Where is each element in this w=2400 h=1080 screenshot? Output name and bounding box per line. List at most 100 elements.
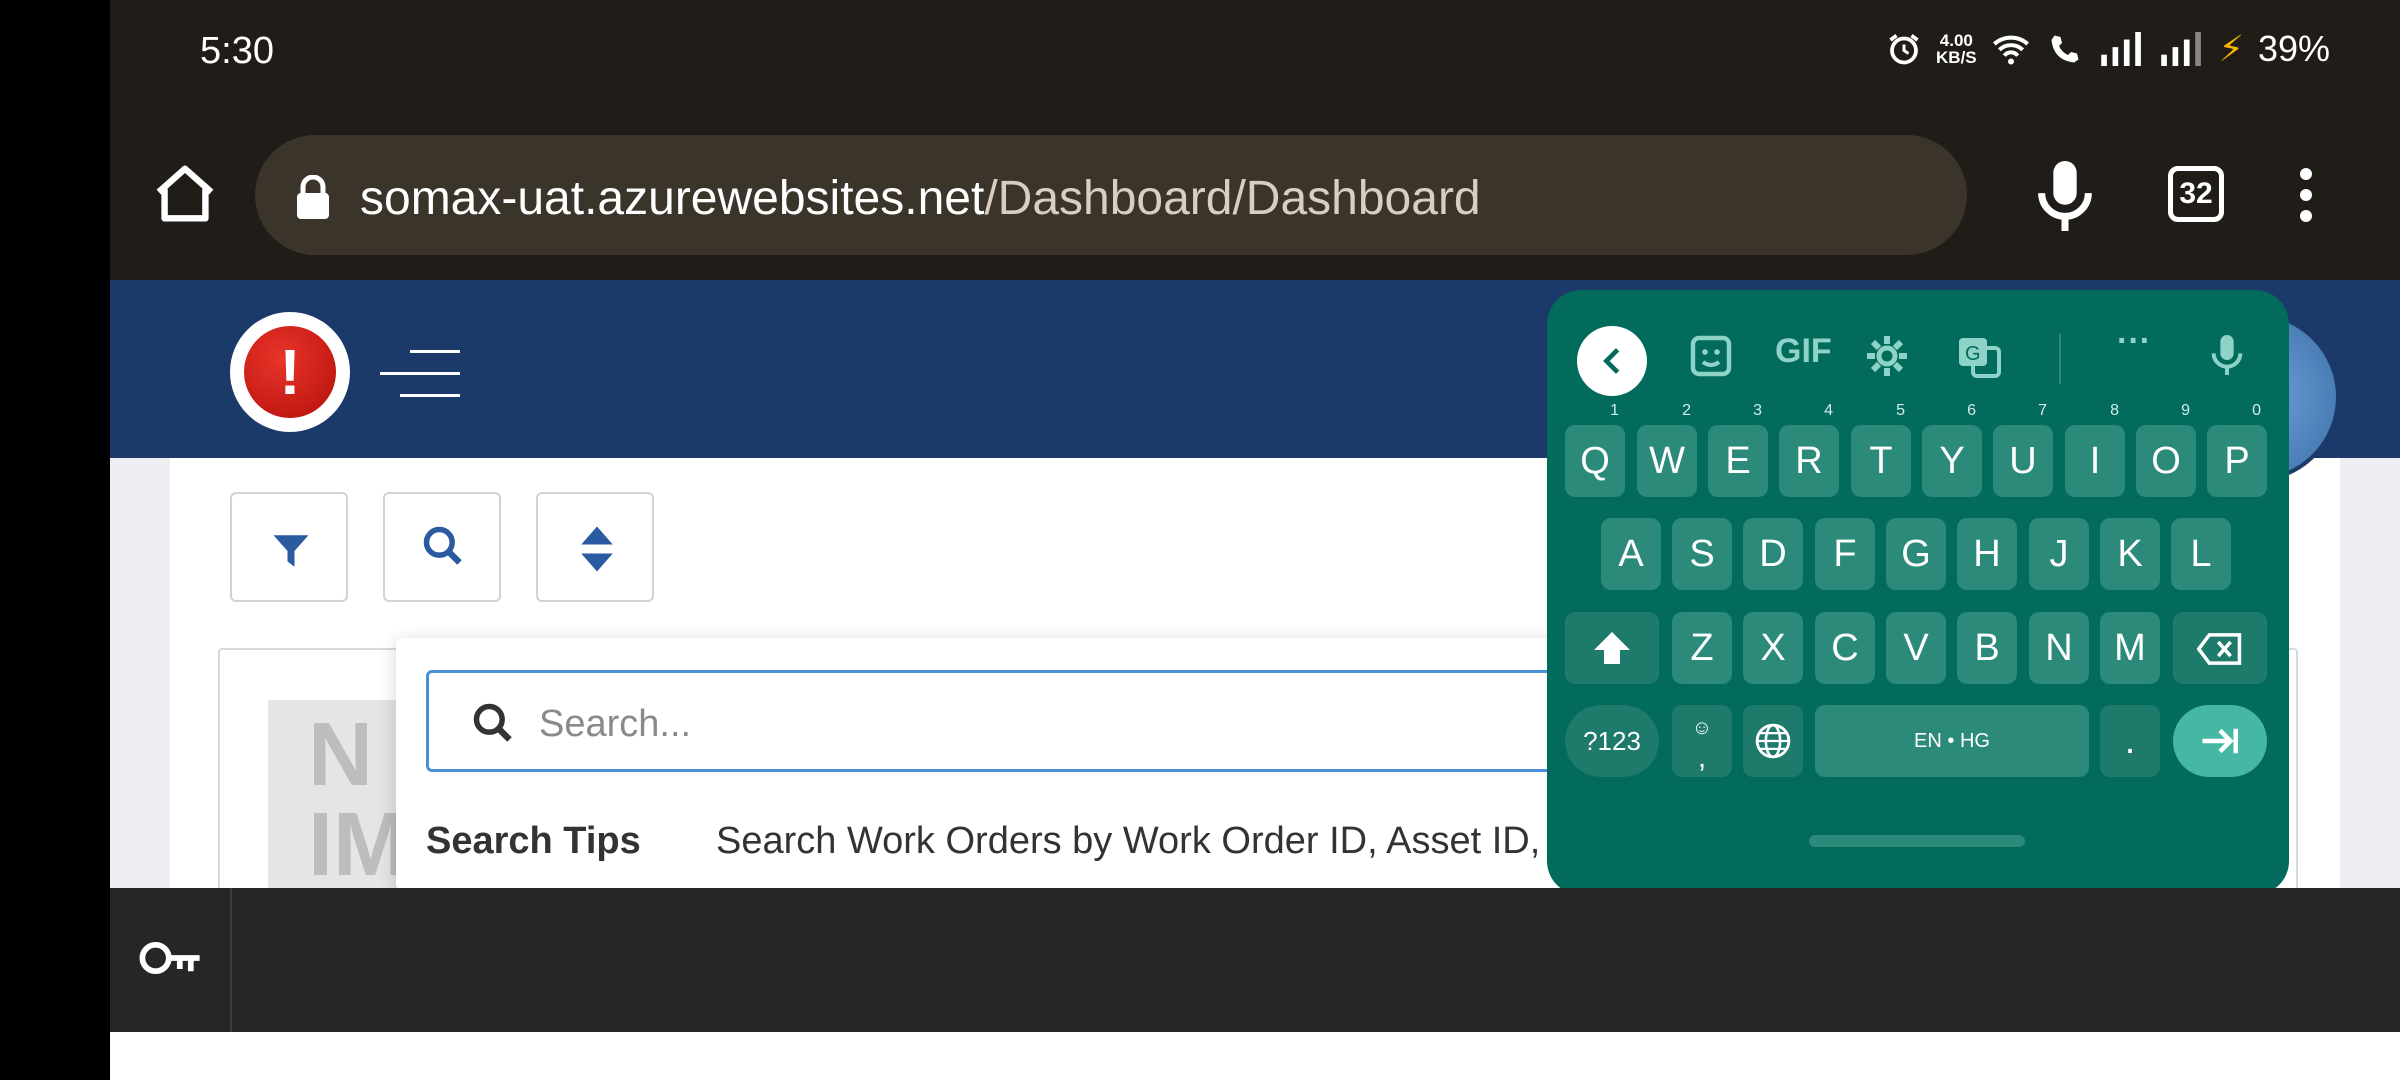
key-r-label: R <box>1795 440 1823 482</box>
key-w-label: W <box>1649 440 1685 482</box>
search-tips-text: Search Work Orders by Work Order ID, Ass… <box>716 820 1541 862</box>
tab-switcher-button[interactable]: 32 <box>2168 166 2224 222</box>
backspace-icon <box>2197 633 2242 665</box>
signal-icon <box>2100 32 2141 66</box>
key-icon[interactable] <box>138 930 204 986</box>
key-w-hint: 2 <box>1682 402 1691 419</box>
app-logo[interactable]: ! <box>230 312 350 432</box>
key-e-label: E <box>1725 440 1751 482</box>
key-u[interactable]: U7 <box>1993 403 2053 497</box>
key-c[interactable]: C <box>1815 612 1875 684</box>
bottom-padding <box>110 1032 2400 1080</box>
emoji-icon: ☺ <box>1691 717 1713 739</box>
keyboard-drag-handle[interactable] <box>1809 835 2025 847</box>
key-l[interactable]: L <box>2171 518 2231 590</box>
key-h[interactable]: H <box>1957 518 2017 590</box>
search-button[interactable] <box>383 492 501 602</box>
filter-button[interactable] <box>230 492 348 602</box>
key-y[interactable]: Y6 <box>1922 403 1982 497</box>
key-n[interactable]: N <box>2029 612 2089 684</box>
left-black-strip <box>0 0 110 1080</box>
key-t-hint: 5 <box>1896 402 1905 419</box>
key-g[interactable]: G <box>1886 518 1946 590</box>
autofill-bar <box>110 888 2400 1032</box>
key-q-label: Q <box>1580 440 1610 482</box>
key-u-label: U <box>2009 440 2037 482</box>
key-w[interactable]: W2 <box>1637 403 1697 497</box>
status-time: 5:30 <box>200 30 274 72</box>
net-speed: 4.00 KB/S <box>1936 32 1977 66</box>
key-o[interactable]: O9 <box>2136 403 2196 497</box>
home-icon[interactable] <box>150 160 220 230</box>
wifi-icon <box>1992 35 2029 65</box>
emoji-comma-key[interactable]: ☺, <box>1672 705 1732 777</box>
key-y-label: Y <box>1939 440 1965 482</box>
gif-button[interactable]: GIF <box>1775 332 1832 371</box>
key-s[interactable]: S <box>1672 518 1732 590</box>
key-i[interactable]: I8 <box>2065 403 2125 497</box>
search-tips-label: Search Tips <box>426 820 641 862</box>
enter-key[interactable] <box>2173 705 2267 777</box>
key-p-label: P <box>2224 440 2250 482</box>
sort-button[interactable] <box>536 492 654 602</box>
globe-icon <box>1755 723 1791 759</box>
svg-text:G: G <box>1965 343 1981 365</box>
symbols-key[interactable]: ?123 <box>1565 705 1659 777</box>
battery-percent: 39% <box>2257 28 2330 69</box>
key-m[interactable]: M <box>2100 612 2160 684</box>
key-e[interactable]: E3 <box>1708 403 1768 497</box>
chevron-left-icon <box>1603 348 1620 374</box>
key-i-hint: 8 <box>2110 402 2119 419</box>
more-options-button[interactable]: ··· <box>2117 322 2151 361</box>
key-q[interactable]: Q1 <box>1565 403 1625 497</box>
key-u-hint: 7 <box>2038 402 2047 419</box>
url-text[interactable]: somax-uat.azurewebsites.net/Dashboard/Da… <box>360 171 1481 226</box>
soft-keyboard: GIF G ··· Q1 W2 E3 R4 T5 Y6 U7 I8 O9 P0 … <box>1547 290 2289 895</box>
sticker-icon[interactable] <box>1687 332 1735 380</box>
key-k[interactable]: K <box>2100 518 2160 590</box>
bottom-bar-divider <box>230 888 232 1032</box>
backspace-key[interactable] <box>2173 612 2267 684</box>
period-key[interactable]: . <box>2100 705 2160 777</box>
key-f[interactable]: F <box>1815 518 1875 590</box>
browser-menu-icon[interactable] <box>2296 162 2316 232</box>
keyboard-back-button[interactable] <box>1577 326 1647 396</box>
status-bar: 5:30 4.00 KB/S ⚡ 39% <box>110 0 2400 110</box>
key-a[interactable]: A <box>1601 518 1661 590</box>
language-key[interactable] <box>1743 705 1803 777</box>
key-j[interactable]: J <box>2029 518 2089 590</box>
translate-icon[interactable]: G <box>1955 332 2003 380</box>
net-speed-value: 4.00 <box>1939 31 1973 50</box>
search-placeholder: Search... <box>539 703 692 745</box>
key-e-hint: 3 <box>1753 402 1762 419</box>
key-x[interactable]: X <box>1743 612 1803 684</box>
volte-call-icon <box>2051 35 2079 63</box>
tab-arrow-icon <box>2202 728 2239 754</box>
key-r-hint: 4 <box>1824 402 1833 419</box>
keyboard-toolbar: GIF G ··· <box>1547 290 2289 410</box>
microphone-icon[interactable] <box>2030 158 2100 234</box>
status-icons: 4.00 KB/S ⚡ 39% <box>1886 28 2330 70</box>
space-bar[interactable]: EN • HG <box>1815 705 2089 777</box>
key-z[interactable]: Z <box>1672 612 1732 684</box>
comma-label: , <box>1697 741 1707 774</box>
keyboard-toolbar-divider <box>2059 334 2061 384</box>
sort-icon <box>581 526 613 572</box>
voice-input-icon[interactable] <box>2207 330 2247 380</box>
key-p[interactable]: P0 <box>2207 403 2267 497</box>
address-bar[interactable]: somax-uat.azurewebsites.net/Dashboard/Da… <box>255 135 1967 255</box>
key-v[interactable]: V <box>1886 612 1946 684</box>
gear-icon[interactable] <box>1863 332 1911 380</box>
alarm-icon <box>1889 34 1919 65</box>
key-d[interactable]: D <box>1743 518 1803 590</box>
key-i-label: I <box>2089 440 2101 482</box>
url-path: /Dashboard/Dashboard <box>984 172 1481 225</box>
filter-icon <box>273 535 309 567</box>
key-r[interactable]: R4 <box>1779 403 1839 497</box>
shift-key[interactable] <box>1565 612 1659 684</box>
hamburger-menu-icon[interactable] <box>380 350 460 398</box>
key-t[interactable]: T5 <box>1851 403 1911 497</box>
lock-icon <box>297 175 329 219</box>
key-o-hint: 9 <box>2181 402 2190 419</box>
key-b[interactable]: B <box>1957 612 2017 684</box>
